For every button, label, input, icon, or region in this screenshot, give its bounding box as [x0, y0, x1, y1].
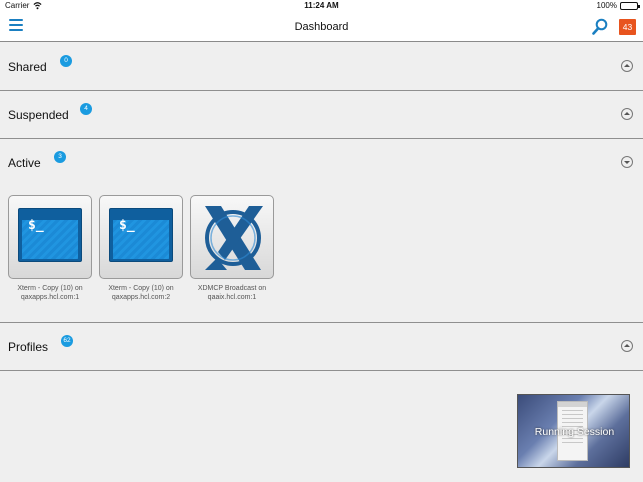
battery-percent: 100% [596, 1, 617, 10]
count-badge: 0 [60, 55, 72, 67]
section-label: Shared [8, 60, 47, 74]
status-bar: Carrier 11:24 AM 100% [0, 0, 643, 12]
section-label: Suspended [8, 108, 69, 122]
collapse-chevron-icon[interactable] [621, 340, 633, 352]
x-logo-icon [190, 195, 274, 279]
section-label: Profiles [8, 340, 49, 354]
notification-badge[interactable]: 43 [619, 19, 636, 35]
collapse-chevron-icon[interactable] [621, 60, 633, 72]
running-session-label: Running Session [534, 426, 615, 438]
expand-chevron-icon[interactable] [621, 156, 633, 168]
terminal-icon: $_ [99, 195, 183, 279]
count-badge: 3 [54, 151, 66, 163]
session-caption: Xterm - Copy (10) on qaxapps.hcl.com:2 [108, 285, 174, 301]
section-active[interactable]: Active 3 [0, 139, 643, 187]
page-title: Dashboard [294, 21, 349, 33]
session-tile[interactable]: $_ Xterm - Copy (10) on qaxapps.hcl.com:… [99, 195, 183, 302]
search-icon[interactable] [592, 18, 608, 35]
clock: 11:24 AM [304, 1, 339, 10]
session-caption: XDMCP Broadcast on qaaix.hcl.com:1 [197, 285, 267, 301]
count-badge: 62 [61, 335, 73, 347]
session-tile[interactable]: $_ Xterm - Copy (10) on qaxapps.hcl.com:… [8, 195, 92, 302]
battery-icon [620, 2, 640, 10]
session-caption: Xterm - Copy (10) on qaxapps.hcl.com:1 [17, 285, 83, 301]
terminal-icon: $_ [8, 195, 92, 279]
section-shared[interactable]: Shared 0 [0, 43, 643, 91]
section-profiles[interactable]: Profiles 62 [0, 323, 643, 371]
section-label: Active [8, 156, 41, 170]
active-sessions-grid: $_ Xterm - Copy (10) on qaxapps.hcl.com:… [0, 186, 643, 323]
running-session-thumbnail[interactable]: Running Session [517, 394, 630, 468]
count-badge: 4 [80, 103, 92, 115]
session-tile[interactable]: XDMCP Broadcast on qaaix.hcl.com:1 [190, 195, 274, 302]
nav-bar: Dashboard 43 [0, 12, 643, 42]
terminal-prompt: $_ [119, 218, 135, 233]
terminal-prompt: $_ [28, 218, 44, 233]
section-suspended[interactable]: Suspended 4 [0, 91, 643, 139]
collapse-chevron-icon[interactable] [621, 108, 633, 120]
